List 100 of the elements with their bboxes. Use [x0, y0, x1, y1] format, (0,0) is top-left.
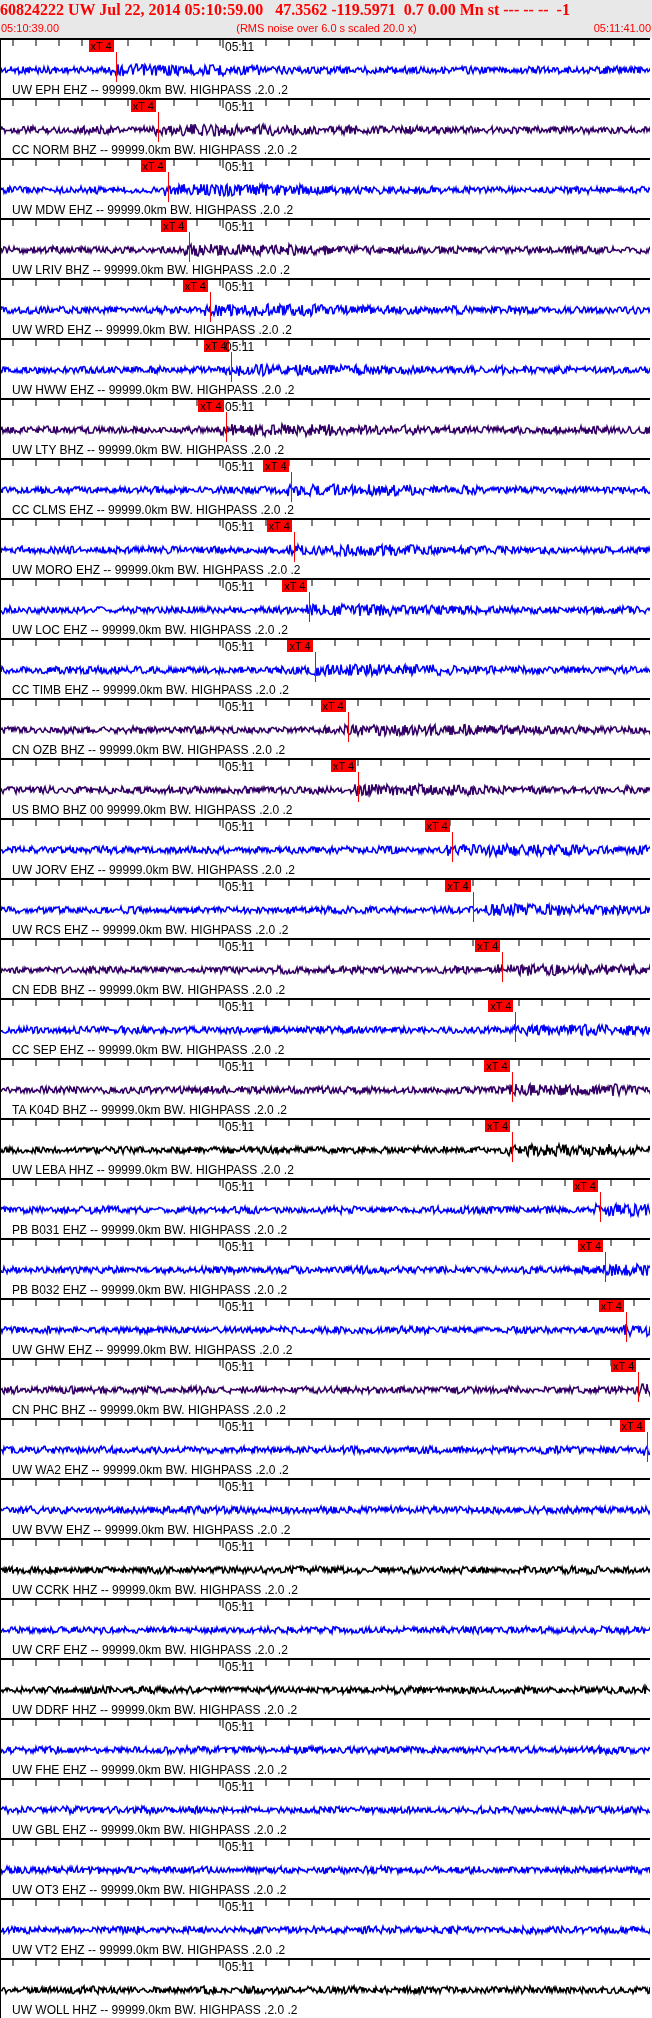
channel-label: CC CLMS EHZ -- 99999.0km BW. HIGHPASS .2.0 .2: [12, 503, 294, 517]
pick-line: [511, 1072, 513, 1102]
pick-label: xT 4: [485, 1120, 511, 1132]
end-time: 05:11:41.00: [593, 21, 651, 36]
time-label: 05:11: [225, 820, 255, 834]
time-label: 05:11: [225, 1480, 255, 1494]
start-time: 05:10:39.00: [1, 21, 60, 36]
pick-label: xT 4: [182, 280, 208, 292]
pick-line: [625, 1312, 627, 1342]
time-label: 05:11: [225, 1300, 255, 1314]
pick-line: [599, 1192, 601, 1222]
time-label: 05:11: [225, 460, 255, 474]
channel-label: TA K04D BHZ -- 99999.0km BW. HIGHPASS .2.0 .2: [12, 1103, 287, 1117]
time-label: 05:11: [225, 40, 255, 54]
time-label: 05:11: [225, 1060, 255, 1074]
channel-label: UW LOC EHZ -- 99999.0km BW. HIGHPASS .2.0 .2: [12, 623, 288, 637]
pick-line: [157, 112, 159, 142]
pick-label: xT 4: [445, 880, 471, 892]
time-label: 05:11: [225, 1720, 255, 1734]
time-label: 05:11: [225, 100, 255, 114]
pick-label: xT 4: [488, 1000, 514, 1012]
time-label: 05:11: [225, 1120, 255, 1134]
time-label: 05:11: [225, 640, 255, 654]
pick-line: [502, 952, 504, 982]
time-label: 05:11: [225, 1840, 255, 1854]
pick-label: xT 4: [424, 820, 450, 832]
pick-line: [314, 652, 316, 682]
channel-label: UW CCRK HHZ -- 99999.0km BW. HIGHPASS .2.0 .2: [12, 1583, 298, 1597]
pick-line: [188, 232, 190, 262]
pick-label: xT 4: [577, 1240, 604, 1252]
channel-label: CN PHC BHZ -- 99999.0km BW. HIGHPASS .2.0 .2: [12, 1403, 286, 1417]
pick-line: [230, 352, 232, 382]
channel-label: UW LRIV BHZ -- 99999.0km BW. HIGHPASS .2.0 .2: [12, 263, 290, 277]
pick-line: [290, 472, 292, 502]
channel-label: UW WRD EHZ -- 99999.0km BW. HIGHPASS .2.0 .2: [12, 323, 292, 337]
pick-line: [605, 1252, 607, 1282]
pick-label: xT 4: [484, 1060, 510, 1072]
time-label: 05:11: [225, 280, 255, 294]
pick-line: [293, 532, 295, 562]
time-label: 05:11: [225, 1780, 255, 1794]
time-label: 05:11: [225, 220, 255, 234]
time-label: 05:11: [225, 520, 255, 534]
channel-label: UW DDRF HHZ -- 99999.0km BW. HIGHPASS .2.0 .2: [12, 1703, 298, 1717]
channel-label: CN OZB BHZ -- 99999.0km BW. HIGHPASS .2.0 .2: [12, 743, 286, 757]
time-label: 05:11: [225, 1900, 255, 1914]
pick-line: [451, 832, 453, 862]
pick-label: xT 4: [475, 940, 501, 952]
time-label: 05:11: [225, 1660, 255, 1674]
time-label: 05:11: [225, 880, 255, 894]
time-label: 05:11: [225, 580, 255, 594]
channel-label: UW WOLL HHZ -- 99999.0km BW. HIGHPASS .2.0 .2: [12, 2003, 298, 2017]
pick-line: [358, 772, 360, 802]
pick-line: [515, 1012, 517, 1042]
channel-label: UW BVW EHZ -- 99999.0km BW. HIGHPASS .2.0 .2: [12, 1523, 291, 1537]
channel-label: UW JORV EHZ -- 99999.0km BW. HIGHPASS .2.0 .2: [12, 863, 295, 877]
channel-label: UW HWW EHZ -- 99999.0km BW. HIGHPASS .2.0 .2: [12, 383, 295, 397]
pick-label: xT 4: [611, 1360, 637, 1372]
channel-label: US BMO BHZ 00 99999.0km BW. HIGHPASS .2.0 .2: [12, 803, 293, 817]
channel-label: CC TIMB EHZ -- 99999.0km BW. HIGHPASS .2.0 .2: [12, 683, 289, 697]
channel-label: UW VT2 EHZ -- 99999.0km BW. HIGHPASS .2.0 .2: [12, 1943, 286, 1957]
time-label: 05:11: [225, 1600, 255, 1614]
channel-label: PB B031 EHZ -- 99999.0km BW. HIGHPASS .2.0 .2: [12, 1223, 288, 1237]
time-label: 05:11: [225, 160, 255, 174]
channel-label: UW MDW EHZ -- 99999.0km BW. HIGHPASS .2.0 .2: [12, 203, 294, 217]
time-label: 05:11: [225, 1360, 255, 1374]
pick-line: [167, 172, 169, 202]
pick-line: [225, 412, 227, 442]
event-title: 60824222 UW Jul 22, 2014 05:10:59.00 47.3562 -119.5971 0.7 0.00 Mn st --- -- -- -1: [0, 0, 571, 20]
pick-line: [638, 1372, 640, 1402]
channel-label: PB B032 EHZ -- 99999.0km BW. HIGHPASS .2.0 .2: [12, 1283, 288, 1297]
channel-label: UW MORO EHZ -- 99999.0km BW. HIGHPASS .2.0 .2: [12, 563, 301, 577]
pick-line: [512, 1132, 514, 1162]
time-label: 05:11: [225, 1000, 255, 1014]
pick-label: xT 4: [330, 760, 357, 772]
pick-label: xT 4: [287, 640, 313, 652]
time-label: 05:11: [225, 400, 255, 414]
pick-label: xT 4: [320, 700, 346, 712]
time-label: 05:11: [225, 1960, 255, 1974]
pick-line: [309, 592, 311, 622]
channel-label: UW RCS EHZ -- 99999.0km BW. HIGHPASS .2.0 .2: [12, 923, 289, 937]
channel-label: UW EPH EHZ -- 99999.0km BW. HIGHPASS .2.0 .2: [12, 83, 288, 97]
channel-label: UW GBL EHZ -- 99999.0km BW. HIGHPASS .2.0 .2: [12, 1823, 287, 1837]
channel-label: UW CRF EHZ -- 99999.0km BW. HIGHPASS .2.0 .2: [12, 1643, 288, 1657]
pick-label: xT 4: [161, 220, 187, 232]
time-label: 05:11: [225, 1240, 255, 1254]
channel-label: UW WA2 EHZ -- 99999.0km BW. HIGHPASS .2.0 .2: [12, 1463, 289, 1477]
time-label: 05:11: [225, 1420, 255, 1434]
pick-line: [115, 52, 117, 82]
channel-label: UW FHE EHZ -- 99999.0km BW. HIGHPASS .2.0 .2: [12, 1763, 288, 1777]
pick-label: xT 4: [619, 1420, 645, 1432]
channel-label: UW LEBA HHZ -- 99999.0km BW. HIGHPASS .2.0 .2: [12, 1163, 294, 1177]
channel-label: CN EDB BHZ -- 99999.0km BW. HIGHPASS .2.0 .2: [12, 983, 286, 997]
pick-label: xT 4: [572, 1180, 598, 1192]
channel-label: UW GHW EHZ -- 99999.0km BW. HIGHPASS .2.0 .2: [12, 1343, 293, 1357]
pick-label: xT 4: [140, 160, 166, 172]
pick-label: xT 4: [130, 100, 156, 112]
pick-line: [472, 892, 474, 922]
pick-label: xT 4: [266, 520, 292, 532]
pick-label: xT 4: [88, 40, 114, 52]
pick-label: xT 4: [598, 1300, 624, 1312]
